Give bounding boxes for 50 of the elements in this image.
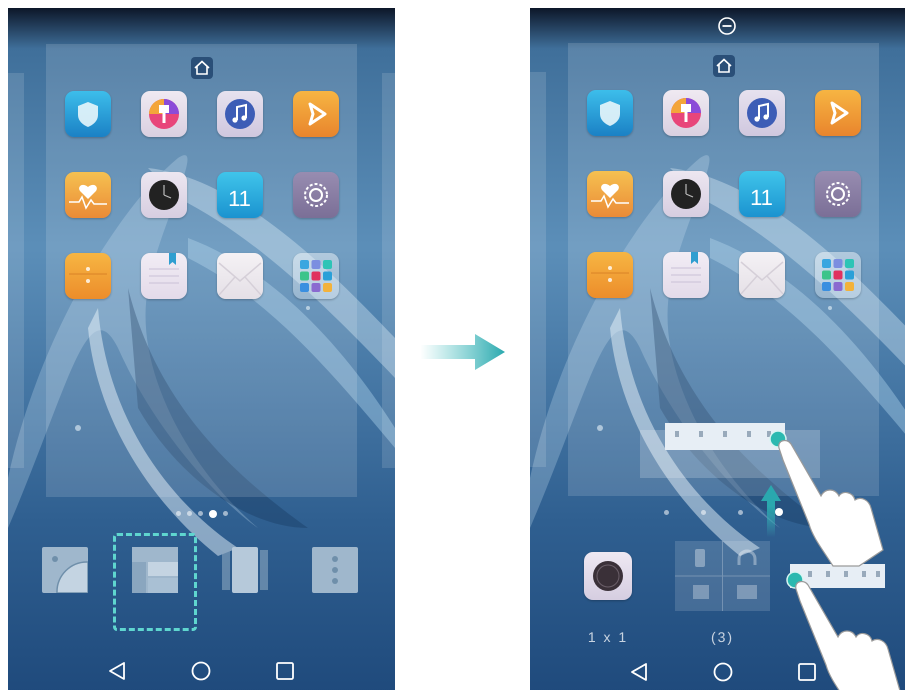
- clock-icon[interactable]: [140, 172, 186, 218]
- up-arrow-icon: [761, 485, 781, 537]
- remove-icon[interactable]: [716, 16, 736, 36]
- page-dot[interactable]: [222, 511, 228, 516]
- play-icon[interactable]: [292, 91, 338, 138]
- music-note-icon[interactable]: [216, 91, 262, 138]
- calendar-icon[interactable]: 11: [216, 172, 262, 218]
- page-dot[interactable]: [738, 510, 743, 515]
- pages-icon[interactable]: [222, 547, 268, 594]
- music-note-icon[interactable]: [738, 90, 784, 136]
- page-preview[interactable]: [382, 73, 395, 468]
- gauge-icon[interactable]: [584, 552, 632, 600]
- paintbrush-icon[interactable]: [140, 91, 186, 138]
- gear-icon[interactable]: [292, 172, 338, 218]
- home-icon[interactable]: [190, 56, 212, 79]
- arrow-icon: [420, 334, 505, 370]
- page-dot[interactable]: [176, 511, 180, 516]
- drawer-icon[interactable]: [64, 253, 110, 300]
- option-tile[interactable]: [113, 533, 197, 632]
- clock-icon[interactable]: [662, 170, 708, 217]
- recents-icon[interactable]: [275, 661, 295, 682]
- wallpaper-icon[interactable]: [42, 547, 88, 594]
- notepad-icon[interactable]: [140, 253, 186, 300]
- home-icon[interactable]: [191, 661, 211, 682]
- folder-icon[interactable]: [292, 253, 338, 300]
- calendar-date: 11: [228, 186, 251, 212]
- gear-icon[interactable]: [814, 170, 860, 217]
- notepad-icon[interactable]: [662, 252, 708, 298]
- back-icon[interactable]: [107, 661, 127, 682]
- folder-icon[interactable]: [814, 252, 860, 298]
- envelope-icon[interactable]: [738, 252, 784, 298]
- widget-caption: (3): [710, 629, 734, 646]
- paintbrush-icon[interactable]: [662, 90, 708, 136]
- envelope-icon[interactable]: [216, 253, 262, 300]
- shield-icon[interactable]: [586, 90, 632, 136]
- home-icon[interactable]: [713, 662, 733, 682]
- shield-icon[interactable]: [64, 91, 110, 138]
- toggle-widget[interactable]: [665, 423, 785, 450]
- recents-icon[interactable]: [797, 662, 817, 682]
- page-dot[interactable]: [186, 511, 192, 516]
- page-dot[interactable]: [198, 511, 202, 516]
- calendar-date: 11: [750, 184, 773, 211]
- back-icon[interactable]: [629, 662, 649, 682]
- home-icon[interactable]: [712, 55, 734, 78]
- widget-caption: 1 x 1: [588, 629, 628, 646]
- widget-stack-drawing[interactable]: [675, 541, 770, 612]
- play-icon[interactable]: [814, 90, 860, 136]
- calendar-icon[interactable]: 11: [738, 170, 784, 217]
- page-dot[interactable]: [701, 510, 706, 515]
- page-dot[interactable]: [664, 510, 669, 515]
